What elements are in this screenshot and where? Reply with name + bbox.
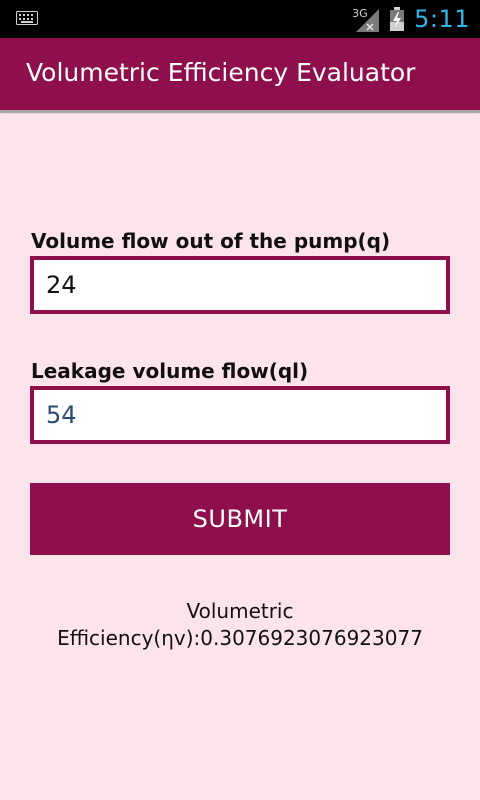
status-icons: 3G 5:11 [352, 0, 470, 38]
status-bar: 3G 5:11 [0, 0, 480, 38]
volume-flow-input[interactable] [34, 260, 446, 310]
keyboard-icon [16, 11, 38, 31]
volume-flow-label: Volume flow out of the pump(q) [31, 229, 391, 253]
result-text: Volumetric Efficiency(ηv):0.307692307692… [30, 598, 450, 652]
leakage-flow-field[interactable] [30, 386, 450, 444]
signal-icon: 3G [352, 5, 380, 33]
action-bar-divider [0, 110, 480, 113]
leakage-flow-label: Leakage volume flow(ql) [31, 359, 309, 383]
volume-flow-field[interactable] [30, 256, 450, 314]
app-title: Volumetric Efficiency Evaluator [26, 58, 416, 87]
battery-charging-icon [390, 7, 405, 31]
leakage-flow-input[interactable] [34, 390, 446, 440]
clock: 5:11 [414, 5, 470, 33]
result-line-2: Efficiency(ηv):0.3076923076923077 [57, 626, 423, 650]
submit-button[interactable]: SUBMIT [30, 483, 450, 555]
submit-button-label: SUBMIT [192, 505, 288, 533]
result-line-1: Volumetric [186, 599, 294, 623]
action-bar: Volumetric Efficiency Evaluator [0, 38, 480, 110]
